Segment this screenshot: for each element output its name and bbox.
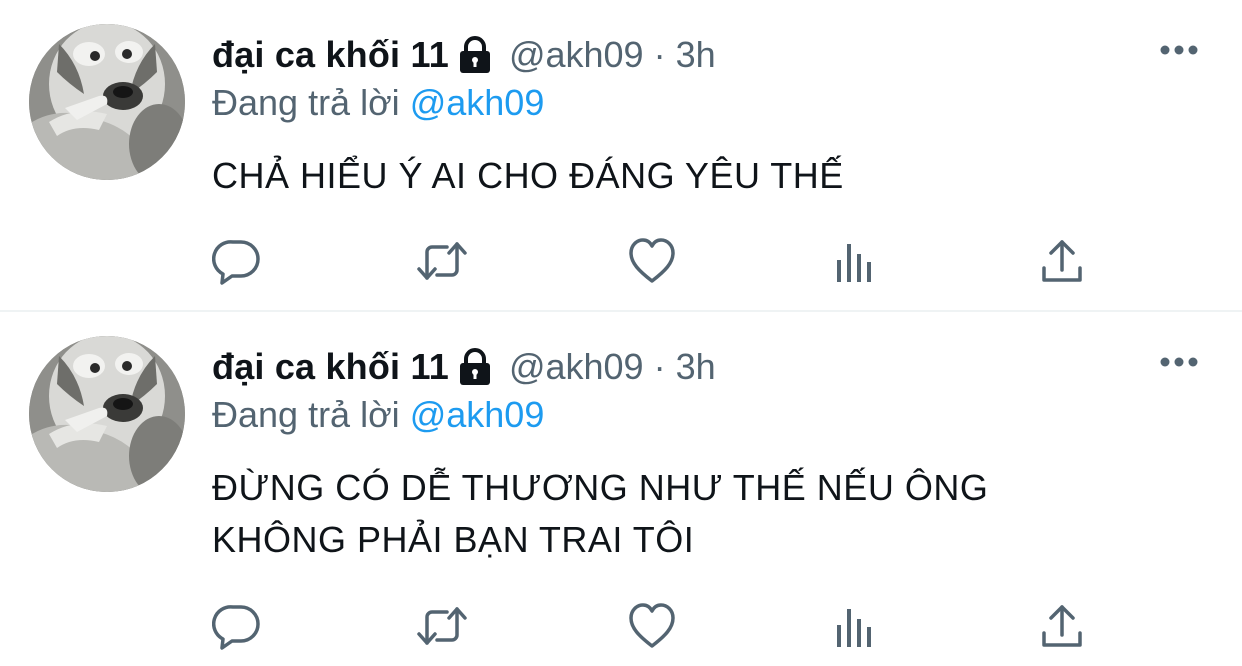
replying-to-label: Đang trả lời bbox=[212, 394, 400, 435]
replying-to-label: Đang trả lời bbox=[212, 82, 400, 123]
tweet-header: đại ca khối 11 @akh09 · 3h bbox=[212, 345, 716, 389]
tweet[interactable]: đại ca khối 11 @akh09 · 3h Đang trả lời … bbox=[0, 0, 1242, 312]
reply-icon[interactable] bbox=[212, 601, 262, 651]
action-bar bbox=[0, 236, 1242, 286]
user-handle[interactable]: @akh09 bbox=[509, 346, 644, 388]
timestamp[interactable]: 3h bbox=[676, 346, 716, 388]
retweet-icon[interactable] bbox=[417, 236, 467, 286]
replying-to: Đang trả lời @akh09 bbox=[212, 394, 544, 438]
user-handle[interactable]: @akh09 bbox=[509, 34, 644, 76]
separator-dot: · bbox=[653, 346, 666, 387]
retweet-icon[interactable] bbox=[417, 601, 467, 651]
tweet-text-line: ĐỪNG CÓ DỄ THƯƠNG NHƯ THẾ NẾU ÔNG bbox=[212, 467, 989, 508]
lock-icon bbox=[455, 347, 495, 387]
share-icon[interactable] bbox=[1037, 601, 1087, 651]
tweet-text-line: CHẢ HIỂU Ý AI CHO ĐÁNG YÊU THẾ bbox=[212, 155, 844, 196]
more-dots-icon[interactable] bbox=[1155, 350, 1203, 374]
action-bar bbox=[0, 601, 1242, 651]
tweet-text-line: KHÔNG PHẢI BẠN TRAI TÔI bbox=[212, 519, 695, 560]
more-dots-icon[interactable] bbox=[1155, 38, 1203, 62]
tweet[interactable]: đại ca khối 11 @akh09 · 3h Đang trả lời … bbox=[0, 312, 1242, 666]
heart-icon[interactable] bbox=[627, 601, 677, 651]
display-name[interactable]: đại ca khối 11 bbox=[212, 34, 449, 76]
avatar[interactable] bbox=[29, 336, 185, 492]
display-name[interactable]: đại ca khối 11 bbox=[212, 346, 449, 388]
tweet-header: đại ca khối 11 @akh09 · 3h bbox=[212, 33, 716, 77]
avatar-husky-image bbox=[29, 24, 185, 180]
tweet-text: ĐỪNG CÓ DỄ THƯƠNG NHƯ THẾ NẾU ÔNG KHÔNG … bbox=[212, 462, 1172, 566]
reply-icon[interactable] bbox=[212, 236, 262, 286]
avatar-husky-image bbox=[29, 336, 185, 492]
tweet-text: CHẢ HIỂU Ý AI CHO ĐÁNG YÊU THẾ bbox=[212, 150, 1172, 202]
heart-icon[interactable] bbox=[627, 236, 677, 286]
replying-to-handle[interactable]: @akh09 bbox=[410, 82, 545, 123]
avatar[interactable] bbox=[29, 24, 185, 180]
views-icon[interactable] bbox=[832, 236, 882, 286]
separator-dot: · bbox=[653, 34, 666, 75]
lock-icon bbox=[455, 35, 495, 75]
timestamp[interactable]: 3h bbox=[676, 34, 716, 76]
views-icon[interactable] bbox=[832, 601, 882, 651]
replying-to-handle[interactable]: @akh09 bbox=[410, 394, 545, 435]
share-icon[interactable] bbox=[1037, 236, 1087, 286]
replying-to: Đang trả lời @akh09 bbox=[212, 82, 544, 126]
